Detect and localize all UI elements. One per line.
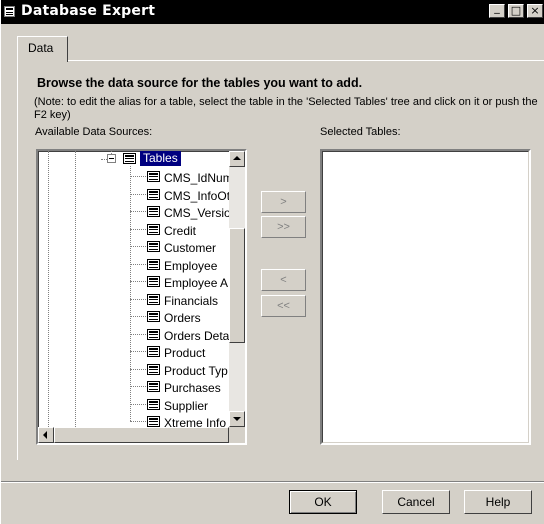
footer-separator [1, 481, 544, 483]
remove-table-button[interactable]: < [261, 269, 306, 291]
tree-guide-line [130, 316, 146, 317]
instructions-heading: Browse the data source for the tables yo… [37, 76, 363, 90]
tree-node-label: Orders [164, 311, 201, 325]
arrow-left-icon [43, 431, 47, 439]
database-icon [4, 6, 15, 17]
tree-guide-line [130, 246, 146, 247]
scroll-down-button[interactable] [229, 411, 245, 427]
tree-node-label: Customer [164, 241, 217, 255]
tree-node-label: Xtreme Info [164, 416, 227, 427]
selected-tables-label: Selected Tables: [320, 126, 401, 138]
tree-guide-line [130, 351, 146, 352]
tree-node-label: Purchases [164, 381, 221, 395]
tree-node-label: Employee A [164, 276, 229, 290]
minimize-button[interactable]: _ [489, 1, 505, 18]
tree-vertical-scrollbar[interactable] [229, 151, 245, 427]
tree-node-label: CMS_Versio [164, 206, 229, 220]
table-icon [147, 224, 160, 235]
table-icon [147, 381, 160, 392]
table-icon [147, 399, 160, 410]
close-button[interactable]: × [527, 4, 543, 18]
selected-tables-border [322, 151, 529, 443]
add-table-button[interactable]: > [261, 191, 306, 213]
scroll-thumb[interactable] [229, 228, 245, 343]
instructions-note: (Note: to edit the alias for a table, se… [34, 96, 538, 121]
arrow-up-icon [233, 156, 241, 160]
title-bar[interactable]: Database Expert _ □ × [1, 0, 544, 24]
table-icon [147, 294, 160, 305]
table-icon [147, 241, 160, 252]
scroll-left-button[interactable] [38, 427, 54, 443]
table-icon [147, 171, 160, 182]
scroll-up-button[interactable] [229, 151, 245, 167]
tree-guide-line [130, 334, 146, 335]
table-icon [147, 329, 160, 340]
tree-guide-line [130, 386, 146, 387]
tree-guide-line [130, 264, 146, 265]
available-data-sources-label: Available Data Sources: [35, 126, 153, 138]
table-icon [147, 364, 160, 375]
maximize-icon: □ [510, 4, 522, 17]
tree-guide-line [130, 299, 146, 300]
tree-horizontal-scrollbar[interactable] [38, 427, 245, 443]
remove-all-tables-button[interactable]: << [261, 295, 306, 317]
tree-guide-line [130, 369, 146, 370]
tree-node-label: Supplier [164, 399, 209, 413]
tree-node-label: Financials [164, 294, 219, 308]
table-icon [147, 189, 160, 200]
tree-guide-line [130, 281, 146, 282]
tree-guide-line [130, 404, 146, 405]
tree-node-label: Product [164, 346, 206, 360]
cancel-button[interactable]: Cancel [382, 490, 450, 514]
tree-guide-line [130, 421, 146, 422]
tree-node-label: Product Typ [164, 364, 228, 378]
tree-node-label: CMS_InfoOt [164, 189, 229, 203]
table-icon [147, 416, 160, 427]
scroll-thumb-horizontal[interactable] [54, 427, 229, 443]
arrow-down-icon [233, 417, 241, 421]
tree-node-label: Employee [164, 259, 218, 273]
scrollbar-corner [229, 427, 245, 443]
tree-node-label: CMS_IdNum [164, 171, 229, 185]
table-icon [147, 259, 160, 270]
maximize-button[interactable]: □ [508, 4, 524, 18]
tree-node-label: Credit [164, 224, 197, 238]
ok-button[interactable]: OK [289, 490, 357, 514]
window-title: Database Expert [21, 3, 156, 19]
table-icon [147, 276, 160, 287]
tree-guide-line [130, 211, 146, 212]
table-icon [147, 346, 160, 357]
tree-node-label: Orders Deta [164, 329, 229, 343]
tab-data-label: Data [28, 41, 54, 55]
tree-guide-line [130, 194, 146, 195]
help-button[interactable]: Help [464, 490, 532, 514]
add-all-tables-button[interactable]: >> [261, 216, 306, 238]
selected-tables-tree[interactable] [320, 149, 531, 445]
table-icon [147, 206, 160, 217]
close-icon: × [530, 4, 540, 17]
minimize-icon: _ [494, 1, 500, 14]
tree-guide-line [130, 176, 146, 177]
database-expert-window: Database Expert _ □ × Data Browse the da… [0, 0, 544, 524]
tab-data[interactable]: Data [17, 36, 68, 62]
tree-viewport: CMS_IdNum CMS_InfoOt CMS_Versio Credit Custo… [38, 151, 229, 427]
tree-guide-line [130, 229, 146, 230]
table-icon [147, 311, 160, 322]
